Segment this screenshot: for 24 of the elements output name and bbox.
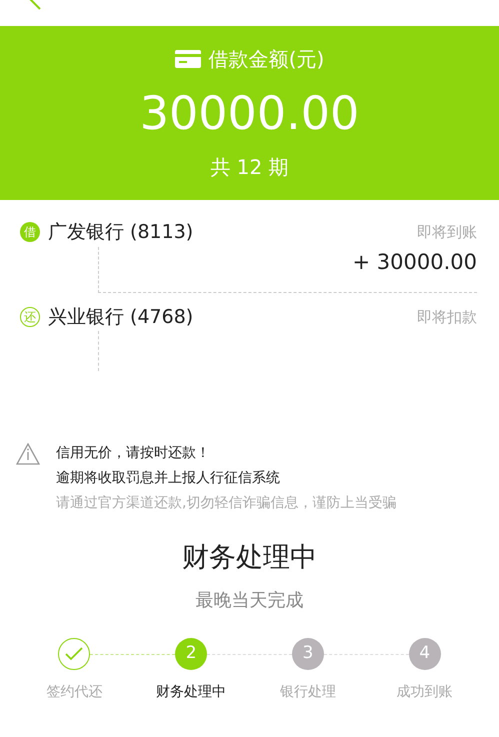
step-number: 2 [175,638,208,670]
transfer-amount: + 30000.00 [352,248,477,276]
notice-text: 逾期将收取罚息并上报人行征信系统 [56,469,281,488]
step-number: 4 [408,638,441,670]
transfer-status: 即将扣款 [417,306,477,328]
repay-badge: 还 [20,306,40,327]
notice-text: 请通过官方渠道还款,切勿轻信诈骗信息，谨防上当受骗 [56,494,396,513]
bank-name: 广发银行 (8113) [48,220,194,245]
step-label: 成功到账 [396,682,453,702]
card-icon [174,50,201,68]
step-label: 财务处理中 [156,682,226,702]
bank-name: 兴业银行 (4768) [48,304,194,330]
term-count: 共 12 期 [210,154,289,181]
loan-badge: 借 [20,222,40,242]
step-label: 签约代还 [46,682,102,702]
progress-subtitle: 最晚当天完成 [196,588,304,612]
notice-text: 信用无价，请按时还款！ [56,444,211,463]
loan-amount: 30000.00 [140,90,360,136]
transfer-status: 即将到账 [417,222,477,243]
progress-title: 财务处理中 [182,541,317,575]
amount-label: 借款金额(元) [208,46,324,73]
step-number: 3 [292,638,324,670]
warning-icon [16,443,40,465]
step-label: 银行处理 [280,682,336,702]
